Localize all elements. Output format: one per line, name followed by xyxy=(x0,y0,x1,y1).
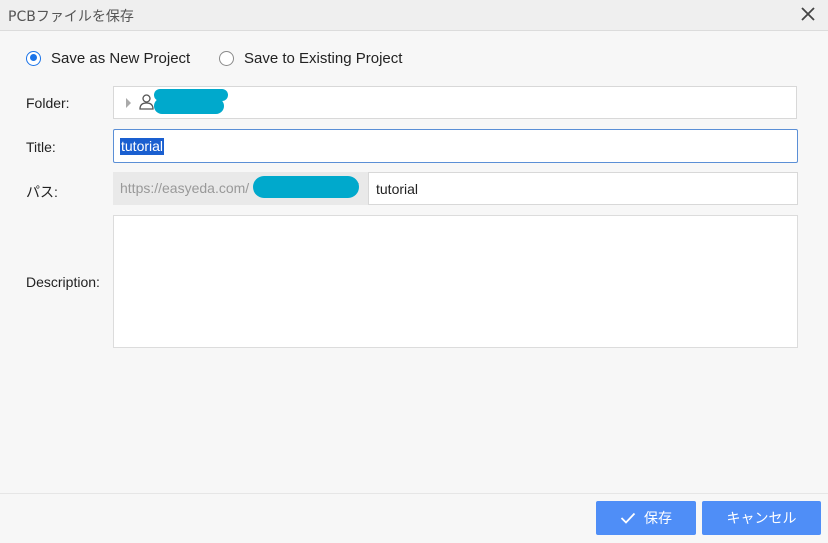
cancel-button-label: キャンセル xyxy=(726,511,797,527)
save-as-new-project-radio[interactable]: Save as New Project xyxy=(26,48,190,68)
user-icon xyxy=(139,94,154,110)
folder-label: Folder: xyxy=(26,95,70,111)
radio-label: Save as New Project xyxy=(51,49,191,67)
cancel-button[interactable]: キャンセル xyxy=(702,501,821,535)
radio-label: Save to Existing Project xyxy=(244,49,403,67)
path-prefix-text: https://easyeda.com/ xyxy=(120,180,250,196)
check-icon xyxy=(620,512,636,524)
save-to-existing-project-radio[interactable]: Save to Existing Project xyxy=(219,48,402,68)
dialog-titlebar: PCBファイルを保存 xyxy=(0,0,828,31)
close-icon[interactable] xyxy=(798,4,818,24)
radio-circle xyxy=(26,50,41,66)
caret-right-icon[interactable] xyxy=(126,98,131,108)
path-prefix: https://easyeda.com/ / xyxy=(113,172,368,205)
save-button[interactable]: 保存 xyxy=(596,501,696,535)
redacted-username xyxy=(154,98,224,114)
dialog-title: PCBファイルを保存 xyxy=(8,9,134,25)
title-selected-text: tutorial xyxy=(120,138,165,155)
footer-divider xyxy=(0,493,828,494)
redacted-username xyxy=(253,176,359,198)
description-textarea[interactable] xyxy=(113,215,798,348)
radio-circle xyxy=(219,50,234,66)
save-button-label: 保存 xyxy=(644,511,672,527)
path-input[interactable]: tutorial xyxy=(368,172,798,205)
description-label: Description: xyxy=(26,274,100,290)
title-input[interactable]: tutorial xyxy=(113,129,798,163)
title-label: Title: xyxy=(26,139,56,155)
path-label: パス: xyxy=(26,184,58,200)
path-input-text: tutorial xyxy=(376,181,419,197)
folder-selector[interactable] xyxy=(113,86,797,119)
